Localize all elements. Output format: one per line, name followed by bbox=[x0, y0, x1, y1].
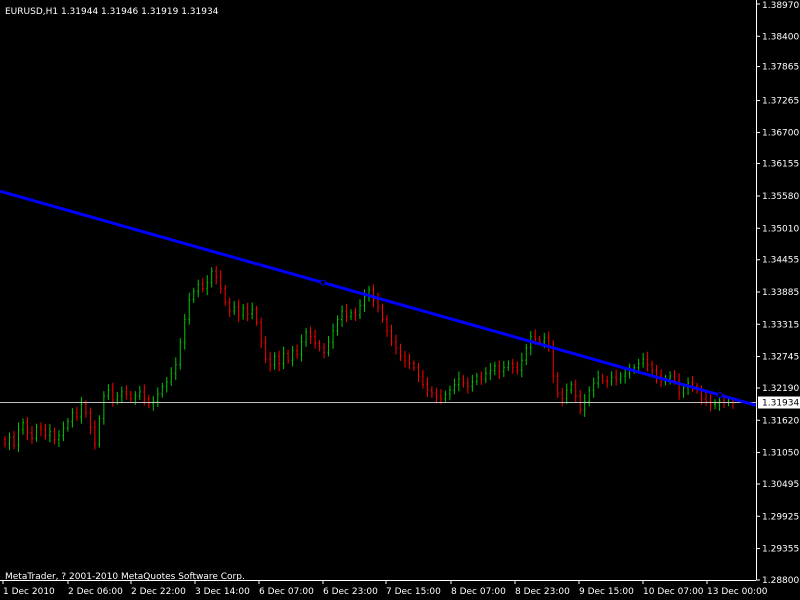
y-tick-label: 1.35010 bbox=[762, 224, 799, 234]
x-tick-label: 7 Dec 15:00 bbox=[386, 587, 441, 597]
x-tick-label: 6 Dec 23:00 bbox=[323, 587, 378, 597]
y-tick-label: 1.31620 bbox=[762, 416, 799, 426]
x-tick-label: 1 Dec 2010 bbox=[3, 587, 55, 597]
price-chart[interactable]: 1.38970 1.38400 1.37865 1.37265 1.36700 1.361… bbox=[0, 0, 800, 600]
y-tick-label: 1.32745 bbox=[762, 353, 799, 363]
x-tick-label: 9 Dec 15:00 bbox=[579, 587, 634, 597]
x-tick-label: 3 Dec 14:00 bbox=[195, 587, 250, 597]
y-tick-label: 1.37865 bbox=[762, 63, 799, 73]
x-tick-label: 10 Dec 07:00 bbox=[643, 587, 704, 597]
y-tick-label: 1.28800 bbox=[762, 576, 799, 586]
y-tick-label: 1.32190 bbox=[762, 384, 799, 394]
y-tick-label: 1.38970 bbox=[762, 1, 799, 11]
y-tick-label: 1.31050 bbox=[762, 449, 799, 459]
trendline-anchor-point[interactable] bbox=[717, 392, 723, 399]
x-tick-label: 2 Dec 06:00 bbox=[68, 587, 123, 597]
y-tick-label: 1.35580 bbox=[762, 192, 799, 202]
y-tick-label: 1.33315 bbox=[762, 320, 799, 330]
x-tick-label: 2 Dec 22:00 bbox=[131, 587, 186, 597]
trendline-anchor-point[interactable] bbox=[320, 279, 326, 286]
current-price-label: 1.31934 bbox=[762, 398, 799, 408]
symbol-header: EURUSD,H1 1.31944 1.31946 1.31919 1.3193… bbox=[5, 7, 219, 17]
y-tick-label: 1.37265 bbox=[762, 97, 799, 107]
y-tick-label: 1.33885 bbox=[762, 288, 799, 298]
y-tick-label: 1.29925 bbox=[762, 512, 799, 522]
x-tick-label: 8 Dec 23:00 bbox=[515, 587, 570, 597]
x-tick-label: 13 Dec 00:00 bbox=[707, 587, 768, 597]
y-tick-label: 1.29355 bbox=[762, 545, 799, 555]
y-tick-label: 1.34455 bbox=[762, 256, 799, 266]
x-tick-label: 6 Dec 07:00 bbox=[259, 587, 314, 597]
y-tick-label: 1.36700 bbox=[762, 129, 799, 139]
chart-background bbox=[0, 0, 800, 600]
x-tick-label: 8 Dec 07:00 bbox=[451, 587, 506, 597]
y-tick-label: 1.38400 bbox=[762, 32, 799, 42]
copyright-footer: MetaTrader, ? 2001-2010 MetaQuotes Softw… bbox=[5, 572, 245, 582]
y-tick-label: 1.36155 bbox=[762, 159, 799, 169]
y-tick-label: 1.30495 bbox=[762, 480, 799, 490]
